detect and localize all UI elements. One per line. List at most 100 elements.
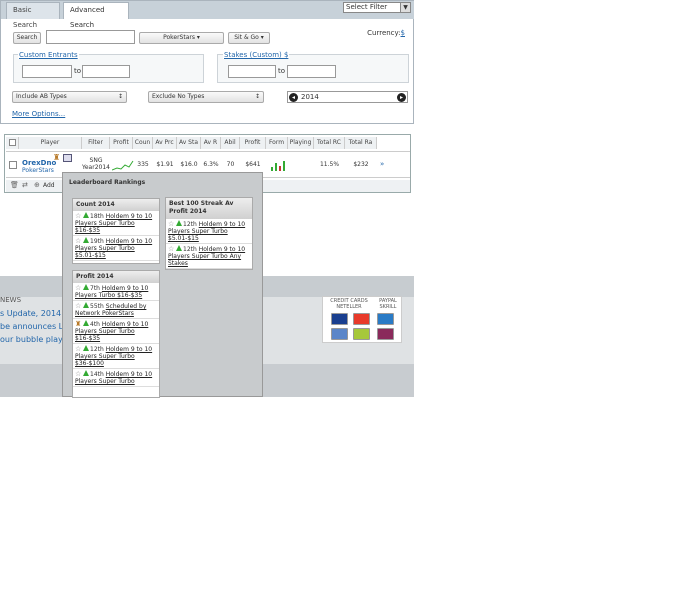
player-search-input[interactable]: [46, 30, 135, 44]
col-profit[interactable]: Profit: [240, 137, 266, 149]
expand-arrow-icon[interactable]: »: [380, 160, 384, 168]
delete-icon[interactable]: 🗑: [10, 181, 19, 189]
prev-year-icon[interactable]: ◂: [289, 93, 298, 102]
col-player[interactable]: Player: [19, 137, 82, 149]
rank: 12th: [183, 221, 197, 228]
player-name-link[interactable]: OrexDno: [22, 159, 56, 167]
col-av-roi[interactable]: Av R: [201, 137, 221, 149]
filter-line-1: SNG: [89, 157, 103, 164]
paypal-label: PAYPAL SKRILL: [379, 298, 397, 310]
total-ra-cell: $232: [353, 161, 369, 168]
network-select[interactable]: PokerStars ▾: [139, 32, 224, 44]
chevron-down-icon: ▾: [260, 34, 264, 41]
col-count[interactable]: Coun: [133, 137, 153, 149]
player-network: PokerStars: [22, 167, 54, 174]
currency-label: Currency:: [367, 29, 401, 37]
select-filter-value: Select Filter: [346, 3, 388, 11]
filter-cell: SNG Year2014: [82, 157, 110, 171]
arrow-up-icon: [83, 345, 89, 351]
av-roi-cell: 6.3%: [203, 161, 219, 168]
list-item: ☆ 12th Holdem 9 to 10 Players Super Turbo…: [166, 244, 252, 269]
chevron-updown-icon: ↕: [117, 93, 123, 100]
arrow-up-icon: [176, 245, 182, 251]
list-item: ☆ 19th Holdem 9 to 10 Players Super Turbo…: [73, 236, 159, 261]
stakes-box: Stakes (Custom) $ to: [217, 51, 409, 83]
rank: 12th: [90, 346, 104, 353]
currency-link[interactable]: $: [401, 29, 405, 37]
stakes-label[interactable]: Stakes (Custom) $: [223, 51, 290, 59]
include-types-select[interactable]: Include AB Types ↕: [12, 91, 127, 103]
payment-methods: CREDIT CARDS NETELLER PAYPAL SKRILL: [322, 296, 402, 343]
chevron-down-icon: ▾: [196, 34, 200, 41]
entrants-max-input[interactable]: [82, 65, 130, 78]
tab-bar: Basic Search Advanced Search Select Filt…: [1, 1, 414, 29]
exclude-types-select[interactable]: Exclude No Types ↕: [148, 91, 264, 103]
search-panel: Basic Search Advanced Search Select Filt…: [0, 0, 414, 124]
compare-icon[interactable]: ⇄: [22, 181, 28, 189]
tab-basic-search[interactable]: Basic Search: [6, 2, 60, 29]
select-filter-dropdown[interactable]: Select Filter ▼: [343, 2, 411, 13]
col-filter[interactable]: Filter: [82, 137, 110, 149]
add-label[interactable]: Add: [43, 182, 55, 189]
star-icon: ☆: [75, 345, 82, 353]
search-button[interactable]: Search: [13, 32, 41, 44]
visa-icon: [331, 313, 348, 325]
leaderboard-popup: Leaderboard Rankings Count 2014 ☆ 18th Ho…: [62, 172, 263, 398]
select-all-checkbox[interactable]: [6, 137, 19, 149]
to-label: to: [278, 67, 286, 75]
rank: 12th: [183, 246, 197, 253]
entrants-min-input[interactable]: [22, 65, 72, 78]
col-profit-graph[interactable]: Profit: [110, 137, 133, 149]
network-select-value: PokerStars: [163, 34, 195, 41]
exclude-types-value: Exclude No Types: [152, 93, 205, 100]
star-icon: ☆: [75, 284, 82, 292]
arrow-up-icon: [83, 212, 89, 218]
filter-line-2: Year2014: [82, 164, 110, 171]
tab-advanced-search[interactable]: Advanced Search: [63, 2, 129, 29]
rank: 19th: [90, 238, 104, 245]
game-select-value: Sit & Go: [234, 34, 259, 41]
av-sta-cell: $16.0: [180, 161, 198, 168]
star-icon: ☆: [75, 302, 82, 310]
rank: 7th: [90, 285, 100, 292]
col-total-roi[interactable]: Total RC: [314, 137, 345, 149]
col-abil[interactable]: Abil: [221, 137, 240, 149]
trophy-icon[interactable]: ♜: [53, 153, 60, 162]
form-sparkline: [271, 161, 285, 171]
profit-cell: $641: [245, 161, 261, 168]
col-av-sta[interactable]: Av Sta: [177, 137, 201, 149]
abil-cell: 70: [226, 161, 235, 168]
star-icon: ☆: [168, 220, 175, 228]
list-item: ☆ 14th Holdem 9 to 10 Players Super Turbo: [73, 369, 159, 387]
arrow-up-icon: [83, 237, 89, 243]
star-icon: ☆: [75, 370, 82, 378]
add-icon[interactable]: ⊕: [34, 181, 40, 189]
profit-card: Profit 2014 ☆ 7th Holdem 9 to 10 Players …: [72, 270, 160, 398]
custom-entrants-label[interactable]: Custom Entrants: [18, 51, 79, 59]
include-types-value: Include AB Types: [16, 93, 67, 100]
col-total-ra[interactable]: Total Ra: [345, 137, 377, 149]
stakes-max-input[interactable]: [287, 65, 336, 78]
profit-sparkline: [112, 160, 134, 171]
arrow-up-icon: [83, 320, 89, 326]
currency: Currency:$: [367, 29, 405, 37]
rank: 4th: [90, 321, 100, 328]
stakes-min-input[interactable]: [228, 65, 276, 78]
rank: 18th: [90, 213, 104, 220]
col-playing[interactable]: Playing: [288, 137, 314, 149]
count-cell: 335: [137, 161, 149, 168]
leaderboard-icon[interactable]: [63, 154, 72, 162]
year-selector[interactable]: ◂ 2014 ▸: [287, 91, 408, 103]
year-value: 2014: [301, 93, 319, 101]
custom-entrants-box: Custom Entrants to: [13, 51, 204, 83]
col-form[interactable]: Form: [266, 137, 288, 149]
list-item: ♜ 4th Holdem 9 to 10 Players Super Turbo …: [73, 319, 159, 344]
streak-card: Best 100 Streak Av Profit 2014 ☆ 12th Hol…: [165, 197, 253, 270]
more-options-link[interactable]: More Options...: [12, 110, 65, 118]
next-year-icon[interactable]: ▸: [397, 93, 406, 102]
row-checkbox[interactable]: [9, 161, 17, 169]
game-select[interactable]: Sit & Go ▾: [228, 32, 270, 44]
list-item: ☆ 7th Holdem 9 to 10 Players Turbo $16-$3…: [73, 283, 159, 301]
chevron-down-icon: ▼: [400, 3, 410, 12]
col-av-prc[interactable]: Av Prc: [153, 137, 177, 149]
